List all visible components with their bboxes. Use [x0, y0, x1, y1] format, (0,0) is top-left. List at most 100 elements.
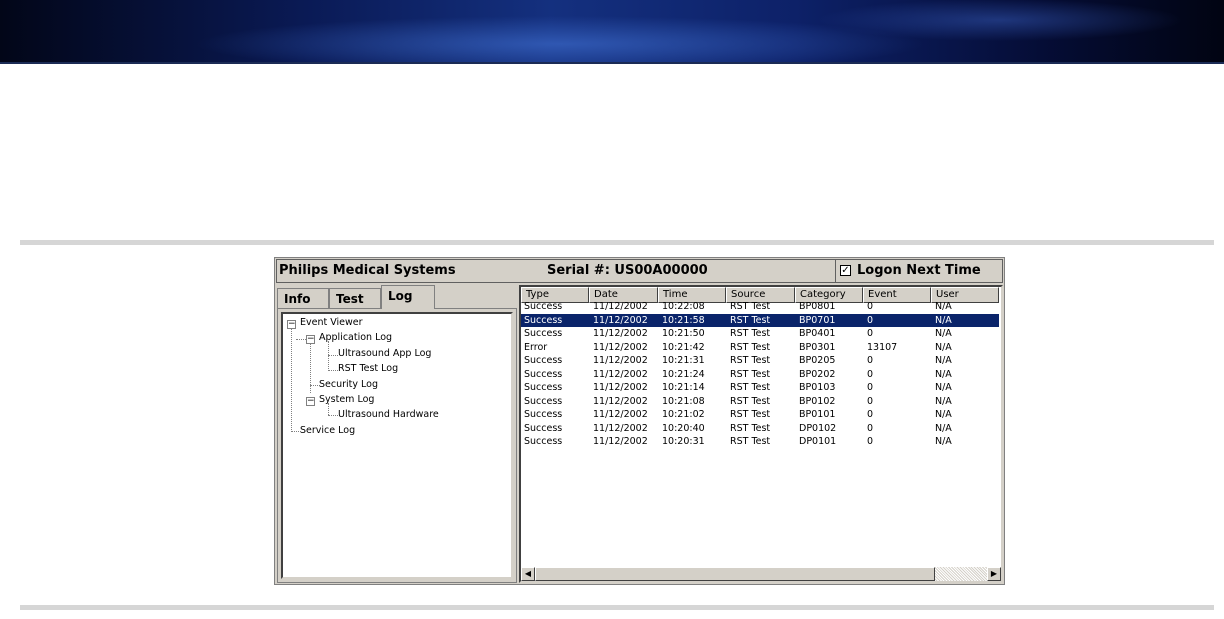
table-cell-source: RST Test: [730, 422, 771, 434]
table-cell-time: 10:21:50: [662, 328, 705, 339]
table-cell-source: RST Test: [730, 395, 771, 407]
table-cell-category: BP0301: [799, 341, 836, 353]
table-cell-type: Success: [524, 355, 563, 366]
bottom-rule: [20, 605, 1214, 610]
table-cell-date: 11/12/2002: [593, 395, 648, 407]
table-cell-date: 11/12/2002: [593, 301, 648, 312]
table-cell-time: 10:22:08: [662, 301, 705, 312]
table-cell-time: 10:20:40: [662, 422, 705, 434]
expand-application-log-toggle[interactable]: −: [306, 335, 315, 344]
table-cell-event: 0: [867, 328, 874, 339]
table-cell-date: 11/12/2002: [593, 355, 648, 366]
table-cell-source: RST Test: [730, 436, 771, 447]
table-cell-source: RST Test: [730, 382, 771, 393]
table-cell-user: N/A: [935, 341, 952, 353]
serial-number: Serial #: US00A00000: [547, 263, 708, 278]
table-cell-user: N/A: [935, 368, 952, 380]
table-cell-time: 10:21:31: [662, 355, 705, 366]
table-cell-user: N/A: [935, 409, 952, 420]
table-row[interactable]: Error 11/12/2002 10:21:42 RST Test BP0301 131…: [521, 341, 999, 354]
tab-info[interactable]: Info: [277, 288, 329, 308]
table-row[interactable]: Success 11/12/2002 10:21:14 RST Test BP0103 0…: [521, 381, 999, 394]
tree-item-system-log[interactable]: System Log: [319, 394, 374, 405]
tree-item-event-viewer[interactable]: Event Viewer: [300, 317, 363, 328]
tree-connector: [291, 326, 292, 432]
title-bar: Philips Medical Systems Serial #: US00A0…: [276, 259, 1003, 283]
company-name: Philips Medical Systems: [279, 263, 456, 278]
tree-item-rst-test-log[interactable]: RST Test Log: [338, 363, 398, 374]
table-cell-source: RST Test: [730, 314, 771, 326]
table-cell-date: 11/12/2002: [593, 382, 648, 393]
table-cell-user: N/A: [935, 355, 952, 366]
tree-item-service-log[interactable]: Service Log: [300, 425, 355, 436]
tree-item-ultrasound-app-log[interactable]: Ultrasound App Log: [338, 348, 431, 359]
table-cell-time: 10:21:02: [662, 409, 705, 420]
event-log-window: Philips Medical Systems Serial #: US00A0…: [274, 257, 1005, 585]
tab-log[interactable]: Log: [381, 285, 435, 309]
table-row[interactable]: Success 11/12/2002 10:20:40 RST Test DP0102 0…: [521, 422, 999, 435]
table-cell-date: 11/12/2002: [593, 314, 648, 326]
top-rule: [20, 240, 1214, 245]
table-cell-time: 10:21:42: [662, 341, 705, 353]
table-cell-category: BP0101: [799, 409, 836, 420]
tree-item-security-log[interactable]: Security Log: [319, 379, 378, 390]
table-cell-event: 0: [867, 436, 874, 447]
expand-system-log-toggle[interactable]: −: [306, 397, 315, 406]
table-cell-user: N/A: [935, 436, 952, 447]
table-cell-type: Error: [524, 341, 548, 353]
table-cell-event: 0: [867, 422, 874, 434]
table-cell-user: N/A: [935, 422, 952, 434]
scroll-track[interactable]: [935, 567, 987, 581]
table-cell-time: 10:20:31: [662, 436, 705, 447]
scroll-left-button[interactable]: ◀: [521, 567, 535, 581]
table-cell-type: Success: [524, 422, 563, 434]
table-cell-user: N/A: [935, 328, 952, 339]
table-cell-source: RST Test: [730, 355, 771, 366]
table-cell-category: DP0101: [799, 436, 837, 447]
scroll-right-button[interactable]: ▶: [987, 567, 1001, 581]
table-row[interactable]: Success 11/12/2002 10:22:08 RST Test BP0801 0…: [521, 300, 999, 313]
table-cell-date: 11/12/2002: [593, 368, 648, 380]
table-cell-event: 0: [867, 301, 874, 312]
table-cell-event: 0: [867, 355, 874, 366]
table-cell-type: Success: [524, 395, 563, 407]
table-row[interactable]: Success 11/12/2002 10:21:31 RST Test BP0205 0…: [521, 354, 999, 367]
tree-item-application-log[interactable]: Application Log: [319, 332, 392, 343]
table-row[interactable]: Success 11/12/2002 10:21:58 RST Test BP0701 0…: [521, 313, 999, 327]
expand-event-viewer-toggle[interactable]: −: [287, 320, 296, 329]
scroll-thumb[interactable]: [535, 567, 935, 581]
table-cell-event: 0: [867, 368, 874, 380]
table-cell-category: BP0701: [799, 314, 836, 326]
table-cell-category: BP0801: [799, 301, 836, 312]
table-row[interactable]: Success 11/12/2002 10:20:31 RST Test DP0101 0…: [521, 435, 999, 448]
table-cell-category: BP0202: [799, 368, 836, 380]
tree-connector: [328, 355, 338, 356]
table-cell-time: 10:21:14: [662, 382, 705, 393]
banner-divider: [0, 62, 1224, 64]
horizontal-scrollbar[interactable]: ◀ ▶: [521, 567, 1001, 581]
logon-next-time-checkbox[interactable]: ✓: [840, 265, 851, 276]
logon-next-time-label: Logon Next Time: [857, 263, 981, 278]
logon-next-time-option[interactable]: ✓ Logon Next Time: [835, 260, 1004, 282]
table-cell-source: RST Test: [730, 328, 771, 339]
table-cell-type: Success: [524, 368, 563, 380]
log-tree-panel: − Event Viewer − Application Log Ultraso…: [277, 308, 517, 583]
table-cell-type: Success: [524, 409, 563, 420]
table-cell-type: Success: [524, 301, 563, 312]
table-row[interactable]: Success 11/12/2002 10:21:50 RST Test BP0401 0…: [521, 327, 999, 340]
table-row[interactable]: Success 11/12/2002 10:21:08 RST Test BP0102 0…: [521, 395, 999, 408]
table-row[interactable]: Success 11/12/2002 10:21:02 RST Test BP0101 0…: [521, 408, 999, 421]
table-cell-event: 13107: [867, 341, 898, 353]
table-cell-type: Success: [524, 382, 563, 393]
table-cell-date: 11/12/2002: [593, 341, 648, 353]
table-cell-time: 10:21:58: [662, 314, 705, 326]
table-cell-type: Success: [524, 436, 563, 447]
table-row[interactable]: Success 11/12/2002 10:21:24 RST Test BP0202 0…: [521, 368, 999, 381]
table-cell-type: Success: [524, 314, 563, 326]
table-cell-user: N/A: [935, 314, 952, 326]
table-cell-category: BP0205: [799, 355, 836, 366]
table-cell-source: RST Test: [730, 368, 771, 380]
tree-item-ultrasound-hardware[interactable]: Ultrasound Hardware: [338, 409, 439, 420]
table-cell-category: BP0103: [799, 382, 836, 393]
tab-test[interactable]: Test: [329, 288, 381, 308]
